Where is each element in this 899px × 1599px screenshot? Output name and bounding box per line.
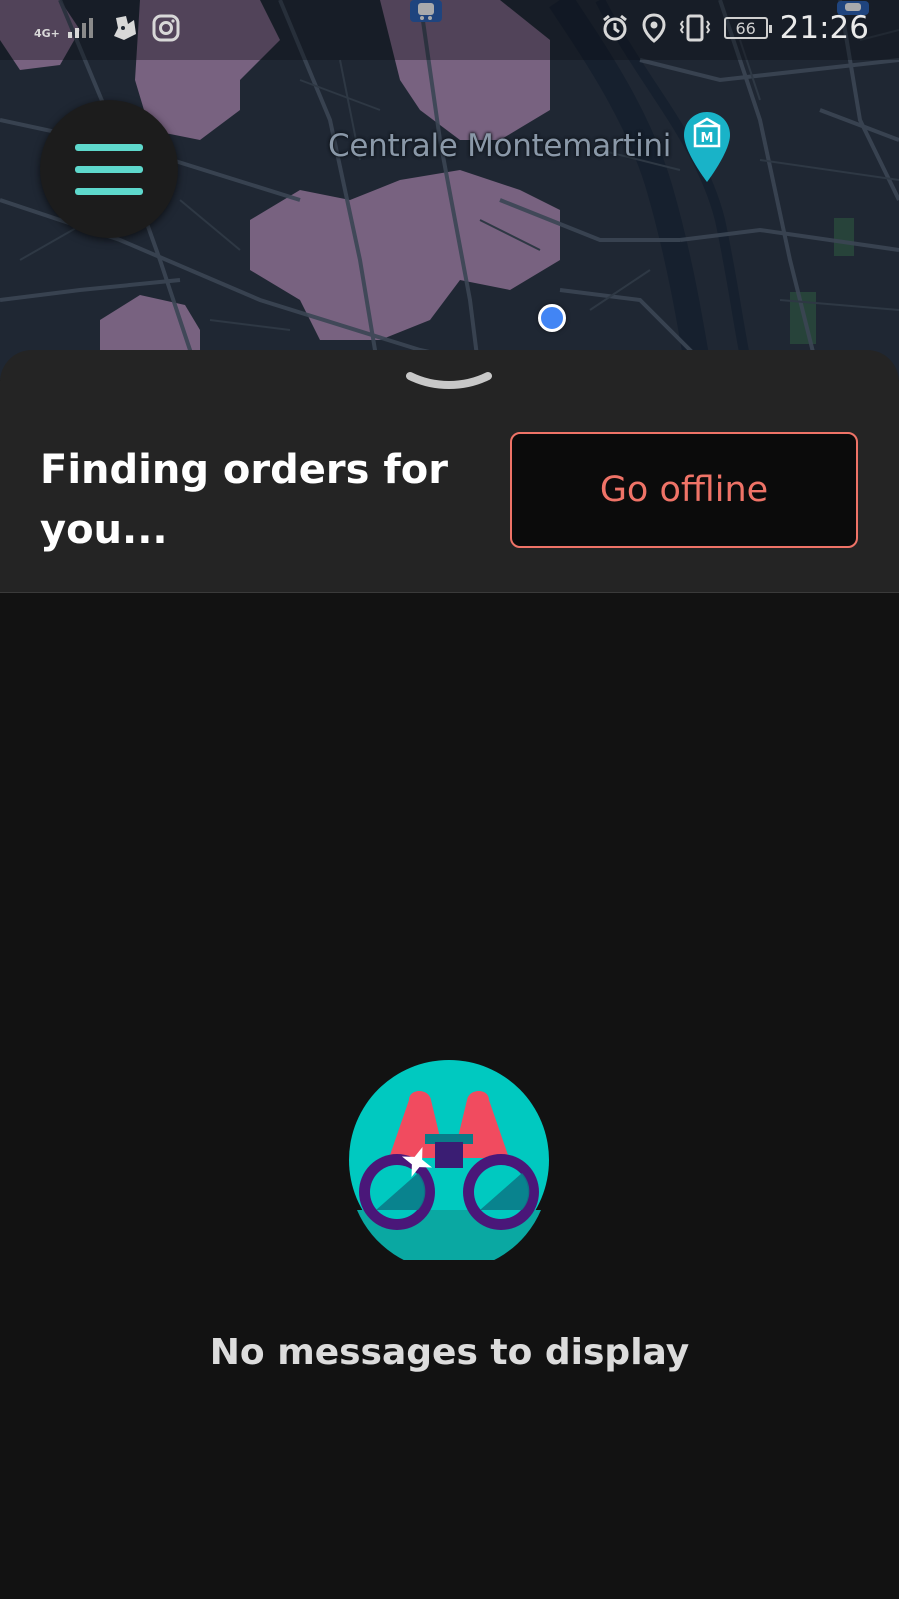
- deliveroo-icon: [113, 16, 136, 40]
- network-type: 4G+: [34, 27, 60, 40]
- hamburger-menu-icon-bar: [75, 165, 143, 173]
- binoculars-icon: [349, 1060, 549, 1271]
- alarm-icon: [602, 14, 627, 41]
- menu-button[interactable]: [40, 100, 178, 238]
- current-location-marker: [538, 304, 566, 332]
- battery-icon: 66: [723, 17, 772, 39]
- status-title: Finding orders for you...: [40, 447, 448, 553]
- instagram-icon: [152, 14, 180, 42]
- svg-text:M: M: [701, 131, 714, 146]
- signal-icon: 4G+: [34, 16, 96, 40]
- bottom-sheet[interactable]: Finding orders for you... Go offline: [0, 350, 899, 593]
- empty-state-message: No messages to display: [209, 1332, 690, 1373]
- poi-label[interactable]: Centrale Montemartini: [328, 128, 671, 164]
- clock: 21:26: [779, 10, 869, 46]
- location-icon: [642, 13, 666, 43]
- hamburger-menu-icon-bar: [75, 187, 143, 195]
- museum-pin-icon[interactable]: M: [682, 110, 732, 190]
- go-offline-button[interactable]: Go offline: [510, 432, 858, 548]
- vibrate-icon: [679, 14, 710, 42]
- hamburger-menu-icon: [75, 143, 143, 151]
- chevron-down-icon[interactable]: [404, 368, 494, 400]
- battery-level: 66: [735, 18, 756, 38]
- status-bar: 4G+ 66 21:26: [0, 0, 899, 60]
